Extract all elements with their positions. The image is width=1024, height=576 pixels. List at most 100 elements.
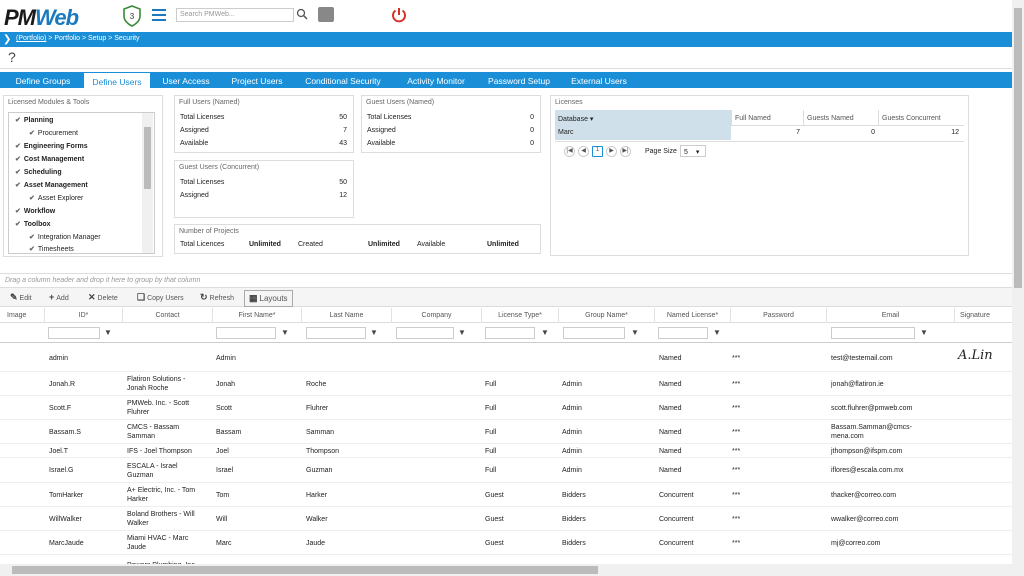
- filter-first-name-input[interactable]: [216, 327, 276, 339]
- filter-icon[interactable]: ▼: [281, 328, 289, 337]
- edit-button[interactable]: ✎ Edit: [10, 292, 32, 303]
- prev-page-icon[interactable]: ◀: [578, 146, 589, 157]
- module-item[interactable]: ✔ Toolbox: [15, 220, 51, 228]
- licenses-col-full-named[interactable]: Full Named: [731, 110, 803, 126]
- next-page-icon[interactable]: ▶: [606, 146, 617, 157]
- module-item[interactable]: ✔ Engineering Forms: [15, 142, 88, 150]
- filter-icon[interactable]: ▼: [370, 328, 378, 337]
- table-row[interactable]: admin Admin Named *** test@testemail.com: [0, 345, 1012, 372]
- col-license-type[interactable]: License Type*: [481, 308, 558, 323]
- breadcrumb-portfolio-link[interactable]: (Portfolio): [16, 35, 46, 42]
- add-button[interactable]: + Add: [49, 292, 69, 302]
- tab-user-access[interactable]: User Access: [151, 72, 221, 88]
- delete-button[interactable]: ✕ Delete: [88, 292, 118, 303]
- licenses-col-guests-named[interactable]: Guests Named: [803, 110, 878, 126]
- filter-company-input[interactable]: [396, 327, 454, 339]
- filter-named-license-input[interactable]: [658, 327, 708, 339]
- cell-id: admin: [49, 355, 69, 362]
- module-item[interactable]: ✔ Asset Explorer: [29, 194, 83, 202]
- modules-list: ✔ Planning ✔ Procurement ✔ Engineering Form…: [8, 112, 155, 254]
- module-item[interactable]: ✔ Integration Manager: [29, 233, 101, 241]
- cell-email: jonah@flatiron.ie: [831, 380, 951, 389]
- table-row[interactable]: TomHarker A+ Electric, Inc. - Tom Harker To…: [0, 483, 1012, 507]
- tab-project-users[interactable]: Project Users: [221, 72, 293, 88]
- page-scrollbar[interactable]: [1012, 0, 1024, 576]
- col-contact[interactable]: Contact: [122, 308, 212, 323]
- table-row[interactable]: Bassam.S CMCS - Bassam Samman Bassam Samman F…: [0, 420, 1012, 444]
- filter-icon[interactable]: ▼: [631, 328, 639, 337]
- col-id[interactable]: ID*: [44, 308, 122, 323]
- filter-license-type-input[interactable]: [485, 327, 535, 339]
- page-number[interactable]: 1: [592, 146, 603, 157]
- help-icon[interactable]: ?: [8, 49, 16, 65]
- filter-icon[interactable]: ▼: [920, 328, 928, 337]
- cell-id: Joel.T: [49, 447, 69, 455]
- table-row[interactable]: Joel.T IFS - Joel Thompson Joel Thompson Ful…: [0, 444, 1012, 458]
- tab-activity-monitor[interactable]: Activity Monitor: [393, 72, 479, 88]
- col-group-name[interactable]: Group Name*: [558, 308, 654, 323]
- cell-line: scott.fluhrer@pmweb.com: [831, 404, 913, 412]
- col-company[interactable]: Company: [391, 308, 481, 323]
- menu-icon[interactable]: [152, 9, 166, 21]
- licenses-col-database[interactable]: Database ▾: [555, 110, 731, 126]
- refresh-button[interactable]: ↻ Refresh: [200, 292, 234, 303]
- page-size-select[interactable]: 5 ▾: [680, 145, 706, 157]
- tab-define-groups[interactable]: Define Groups: [3, 72, 83, 88]
- table-row[interactable]: Israel.G ESCALA - Israel Guzman Israel Guzma…: [0, 458, 1012, 483]
- module-item[interactable]: ✔ Asset Management: [15, 181, 88, 189]
- cell-email: mj@correo.com: [831, 539, 951, 548]
- last-page-icon[interactable]: ▶|: [620, 146, 631, 157]
- search-icon[interactable]: [296, 8, 308, 20]
- filter-last-name-input[interactable]: [306, 327, 366, 339]
- cell-last: Thompson: [306, 447, 340, 455]
- col-image[interactable]: Image: [0, 308, 44, 323]
- cell-first: Admin: [216, 355, 236, 362]
- license-guests-concurrent: 12: [951, 129, 959, 136]
- shield-badge-icon[interactable]: 3: [122, 5, 142, 27]
- filter-group-name-input[interactable]: [563, 327, 625, 339]
- filter-icon[interactable]: ▼: [104, 328, 112, 337]
- cell-line: Samman: [127, 433, 156, 440]
- cell-contact: IFS - Joel Thompson: [127, 447, 212, 456]
- licenses-col-guests-concurrent[interactable]: Guests Concurrent: [878, 110, 964, 126]
- cell-line: A+ Electric, Inc. - Tom: [127, 487, 196, 494]
- filter-icon[interactable]: ▼: [713, 328, 721, 337]
- table-row[interactable]: WillWalker Boland Brothers - Will Walker Wi…: [0, 507, 1012, 531]
- table-row[interactable]: Scott.F PMWeb. Inc. - Scott Fluhrer Scott Fl…: [0, 396, 1012, 420]
- layouts-button[interactable]: ▦ Layouts: [244, 290, 293, 307]
- table-row[interactable]: MarcJaude Miami HVAC - Marc Jaude Marc Jaude…: [0, 531, 1012, 555]
- licenses-row[interactable]: Marc 7 0 12: [555, 126, 964, 140]
- tab-define-users[interactable]: Define Users: [83, 72, 151, 88]
- module-item[interactable]: ✔ Scheduling: [15, 168, 62, 176]
- cell-line: Boland Brothers - Will: [127, 511, 195, 518]
- pmweb-logo[interactable]: PMWeb: [4, 5, 79, 31]
- tab-conditional-security[interactable]: Conditional Security: [293, 72, 393, 88]
- tab-external-users[interactable]: External Users: [559, 72, 639, 88]
- copy-users-button[interactable]: ❏ Copy Users: [137, 292, 184, 303]
- col-password[interactable]: Password: [730, 308, 826, 323]
- module-item[interactable]: ✔ Cost Management: [15, 155, 84, 163]
- first-page-icon[interactable]: |◀: [564, 146, 575, 157]
- table-row[interactable]: Jonah.R Flatiron Solutions - Jonah Roche Jo…: [0, 372, 1012, 396]
- filter-icon[interactable]: ▼: [541, 328, 549, 337]
- modules-scrollbar[interactable]: [142, 113, 153, 253]
- module-item[interactable]: ✔ Timesheets: [29, 245, 74, 253]
- tab-password-setup[interactable]: Password Setup: [479, 72, 559, 88]
- module-item[interactable]: ✔ Procurement: [29, 129, 78, 137]
- col-last-name[interactable]: Last Name: [301, 308, 391, 323]
- video-icon[interactable]: [318, 7, 334, 22]
- col-first-name[interactable]: First Name*: [212, 308, 301, 323]
- module-item[interactable]: ✔ Workflow: [15, 207, 55, 215]
- power-icon[interactable]: [390, 6, 408, 24]
- col-named-license[interactable]: Named License*: [654, 308, 730, 323]
- filter-icon[interactable]: ▼: [458, 328, 466, 337]
- module-item[interactable]: ✔ Planning: [15, 116, 53, 124]
- search-input[interactable]: Search PMWeb...: [176, 8, 294, 22]
- grid-horizontal-scrollbar[interactable]: [0, 564, 1012, 576]
- col-email[interactable]: Email: [826, 308, 954, 323]
- filter-id-input[interactable]: [48, 327, 100, 339]
- col-signature[interactable]: Signature: [954, 308, 1012, 323]
- group-by-hint[interactable]: Drag a column header and drop it here to…: [0, 273, 1012, 286]
- filter-email-input[interactable]: [831, 327, 915, 339]
- cell-line: jthompson@ifspm.com: [831, 447, 903, 455]
